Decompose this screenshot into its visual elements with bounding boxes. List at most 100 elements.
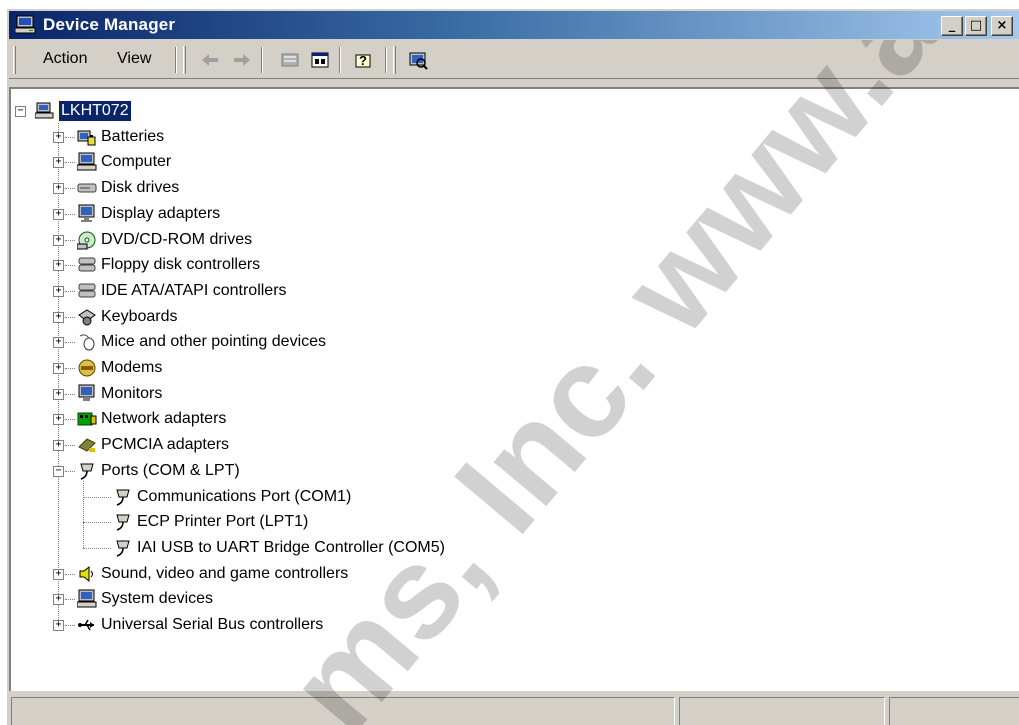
ide-controller-icon bbox=[78, 283, 96, 298]
port-icon bbox=[116, 540, 130, 557]
computer-icon bbox=[77, 152, 97, 171]
root-computer-icon bbox=[35, 102, 54, 119]
tree-child-label[interactable]: Communications Port (COM1) bbox=[137, 487, 351, 507]
tree-connector bbox=[65, 316, 75, 318]
tree-item-label[interactable]: System devices bbox=[101, 589, 213, 609]
toolbar-separator bbox=[385, 47, 387, 73]
tree-child-label[interactable]: ECP Printer Port (LPT1) bbox=[137, 512, 308, 532]
expand-toggle[interactable]: + bbox=[53, 285, 64, 297]
tree-connector bbox=[65, 213, 75, 215]
expand-toggle[interactable]: + bbox=[53, 183, 64, 195]
tree-item-label[interactable]: Monitors bbox=[101, 384, 162, 404]
toolbar-grip[interactable] bbox=[393, 46, 396, 74]
status-panel-2 bbox=[679, 697, 885, 725]
expand-toggle[interactable]: + bbox=[53, 234, 64, 246]
maximize-button[interactable]: □ bbox=[965, 16, 987, 36]
expand-toggle[interactable]: + bbox=[53, 337, 64, 349]
menu-view[interactable]: View bbox=[117, 50, 151, 68]
help-icon[interactable]: ? bbox=[353, 50, 375, 70]
menu-view-label: View bbox=[117, 50, 152, 67]
tree-item-label[interactable]: DVD/CD-ROM drives bbox=[101, 230, 252, 250]
tree-connector bbox=[65, 470, 75, 472]
tree-item-label[interactable]: Network adapters bbox=[101, 409, 226, 429]
tree-connector bbox=[83, 547, 111, 549]
network-adapter-icon bbox=[77, 412, 97, 426]
expand-toggle[interactable]: + bbox=[53, 620, 64, 631]
minimize-button[interactable]: _ bbox=[941, 16, 963, 36]
title-bar[interactable]: Device Manager _ □ × bbox=[9, 11, 1019, 39]
tree-item-label[interactable]: Keyboards bbox=[101, 307, 178, 327]
menu-action-label: Action bbox=[43, 50, 88, 67]
expand-toggle[interactable]: + bbox=[53, 594, 64, 606]
tree-item-label[interactable]: IDE ATA/ATAPI controllers bbox=[101, 281, 287, 301]
expand-toggle[interactable]: + bbox=[53, 311, 64, 323]
keyboard-icon bbox=[78, 309, 96, 326]
tree-item-label[interactable]: Mice and other pointing devices bbox=[101, 332, 326, 352]
menu-toolbar: Action View ? bbox=[9, 41, 1019, 79]
tree-item-label[interactable]: Batteries bbox=[101, 127, 164, 147]
tree-child-label[interactable]: IAI USB to UART Bridge Controller (COM5) bbox=[137, 538, 445, 558]
menu-action[interactable]: Action bbox=[43, 50, 87, 68]
tree-root-label[interactable]: LKHT072 bbox=[58, 100, 132, 122]
toolbar-separator bbox=[175, 47, 177, 73]
floppy-controller-icon bbox=[78, 257, 96, 272]
toolbar-separator bbox=[339, 47, 341, 73]
dvd-drive-icon bbox=[77, 231, 96, 249]
tree-item-label[interactable]: Computer bbox=[101, 152, 171, 172]
tree-item-label[interactable]: Universal Serial Bus controllers bbox=[101, 615, 323, 635]
collapse-toggle[interactable]: − bbox=[53, 465, 64, 477]
pcmcia-icon bbox=[78, 438, 96, 453]
tree-connector bbox=[65, 419, 75, 421]
toolbar-grip[interactable] bbox=[13, 46, 16, 74]
modem-icon bbox=[78, 359, 96, 377]
display-adapter-icon bbox=[78, 204, 95, 222]
device-manager-window: Device Manager _ □ × Action View ? − LKH… bbox=[6, 8, 1019, 725]
tree-item-label[interactable]: Ports (COM & LPT) bbox=[101, 461, 240, 481]
up-folder-icon[interactable] bbox=[279, 50, 301, 70]
expand-toggle[interactable]: + bbox=[53, 414, 64, 426]
expand-toggle[interactable]: + bbox=[53, 440, 64, 452]
tree-connector bbox=[65, 342, 75, 344]
device-tree[interactable]: − LKHT072 + Batteries + Computer + Disk drives +… bbox=[9, 87, 1019, 691]
expand-toggle[interactable]: + bbox=[53, 388, 64, 400]
back-arrow-icon[interactable] bbox=[199, 50, 221, 70]
expand-toggle[interactable]: + bbox=[53, 260, 64, 272]
expand-toggle[interactable]: + bbox=[53, 157, 64, 169]
toolbar-separator bbox=[261, 47, 263, 73]
tree-item-label[interactable]: Modems bbox=[101, 358, 162, 378]
speaker-icon bbox=[79, 565, 93, 582]
mouse-icon bbox=[79, 334, 95, 351]
tree-connector bbox=[65, 162, 75, 164]
svg-text:?: ? bbox=[359, 53, 367, 68]
tree-connector bbox=[65, 368, 75, 369]
expand-toggle[interactable]: + bbox=[53, 208, 64, 220]
expand-toggle[interactable]: + bbox=[53, 131, 64, 143]
monitor-icon bbox=[78, 384, 95, 401]
battery-icon bbox=[77, 130, 96, 146]
scan-hardware-icon[interactable] bbox=[407, 50, 429, 70]
tree-item-label[interactable]: Sound, video and game controllers bbox=[101, 564, 348, 584]
tree-connector bbox=[65, 573, 75, 575]
tree-item-label[interactable]: Floppy disk controllers bbox=[101, 255, 260, 275]
tree-connector bbox=[65, 445, 75, 447]
tree-item-label[interactable]: Display adapters bbox=[101, 204, 220, 224]
expand-toggle[interactable]: + bbox=[53, 363, 64, 374]
tree-connector bbox=[65, 625, 75, 626]
tree-item-label[interactable]: Disk drives bbox=[101, 178, 179, 198]
forward-arrow-icon[interactable] bbox=[231, 50, 253, 70]
status-panel-3 bbox=[889, 697, 1019, 725]
close-button[interactable]: × bbox=[991, 16, 1013, 36]
device-manager-app-icon bbox=[15, 15, 36, 34]
tree-connector bbox=[65, 599, 75, 601]
tree-connector bbox=[65, 393, 75, 395]
properties-icon[interactable] bbox=[309, 50, 331, 70]
toolbar-grip[interactable] bbox=[183, 46, 186, 74]
tree-connector bbox=[65, 265, 75, 267]
collapse-toggle[interactable]: − bbox=[15, 106, 26, 117]
tree-item-label[interactable]: PCMCIA adapters bbox=[101, 435, 229, 455]
tree-connector bbox=[65, 290, 75, 292]
tree-connector bbox=[65, 136, 75, 138]
expand-toggle[interactable]: + bbox=[53, 568, 64, 580]
system-devices-icon bbox=[77, 589, 97, 608]
port-icon bbox=[80, 463, 94, 480]
